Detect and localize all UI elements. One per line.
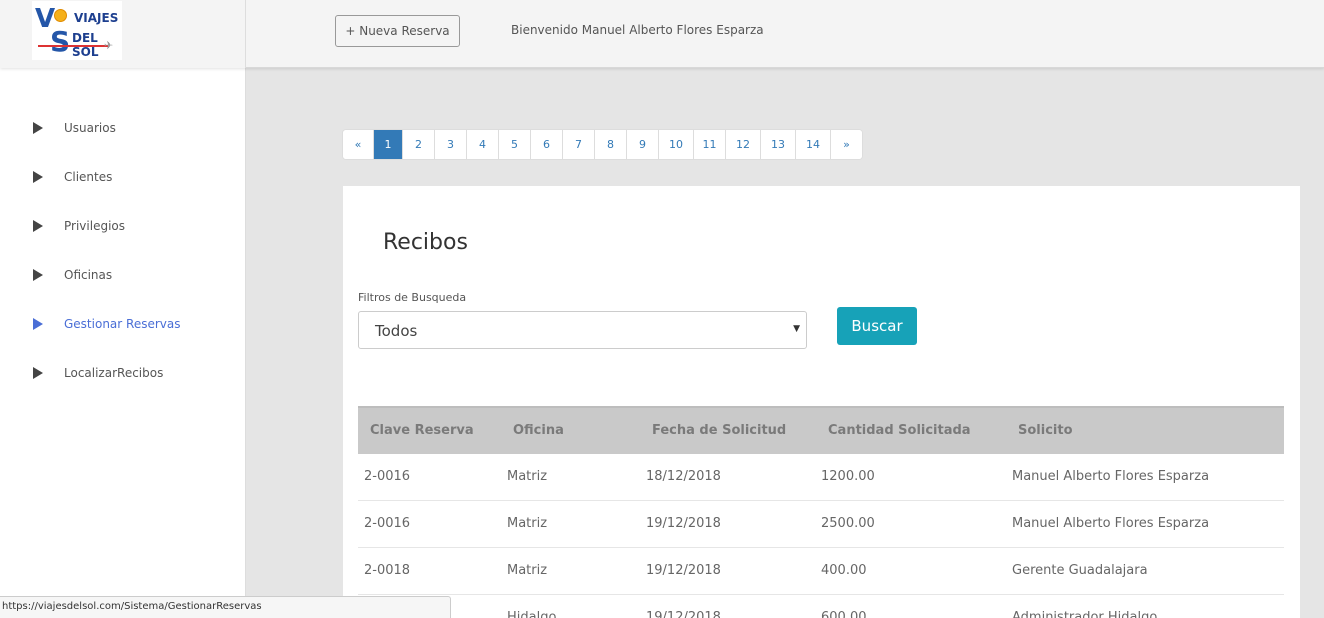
sidebar-item-localizar-recibos[interactable]: LocalizarRecibos — [0, 353, 246, 393]
filter-select[interactable]: Todos ▼ — [358, 311, 807, 349]
page-link-1[interactable]: 1 — [374, 130, 403, 159]
sidebar-item-usuarios[interactable]: Usuarios — [0, 108, 246, 148]
cell-fecha-solicitud: 19/12/2018 — [646, 563, 721, 578]
sidebar-item-label: Oficinas — [64, 268, 113, 282]
column-header-cantidad-solicitada[interactable]: Cantidad Solicitada — [828, 423, 971, 438]
chevron-down-icon: ▼ — [793, 324, 800, 334]
page-link-6[interactable]: 6 — [531, 130, 563, 159]
sidebar-item-gestionar-reservas[interactable]: Gestionar Reservas — [0, 304, 246, 344]
table-header: Clave Reserva Oficina Fecha de Solicitud… — [358, 406, 1284, 454]
cell-cantidad-solicitada: 400.00 — [821, 563, 867, 578]
search-button[interactable]: Buscar — [837, 307, 917, 345]
play-arrow-icon — [33, 171, 43, 183]
column-header-fecha-solicitud[interactable]: Fecha de Solicitud — [652, 423, 786, 438]
pagination-next[interactable]: » — [831, 130, 862, 159]
column-header-clave-reserva[interactable]: Clave Reserva — [370, 423, 474, 438]
status-bar-url: https://viajesdelsol.com/Sistema/Gestion… — [0, 596, 451, 618]
page-link-7[interactable]: 7 — [563, 130, 595, 159]
cell-oficina: Matriz — [507, 563, 548, 578]
filter-selected-value: Todos — [375, 322, 418, 340]
page-link-10[interactable]: 10 — [659, 130, 694, 159]
cell-solicito: Gerente Guadalajara — [1012, 563, 1148, 578]
column-header-solicito[interactable]: Solicito — [1018, 423, 1073, 438]
logo-stripe — [38, 45, 108, 47]
cell-clave-reserva: 2-0018 — [364, 563, 411, 578]
sidebar-item-label: Usuarios — [64, 121, 116, 135]
cell-fecha-solicitud: 19/12/2018 — [646, 610, 721, 618]
sidebar: Usuarios Clientes Privilegios Oficinas G… — [0, 68, 246, 618]
cell-solicito: Administrador Hidalgo — [1012, 610, 1158, 618]
page-link-9[interactable]: 9 — [627, 130, 659, 159]
logo-cell: V S VIAJES DEL SOL ✈ — [0, 0, 246, 68]
sun-icon — [54, 9, 67, 22]
page-link-12[interactable]: 12 — [726, 130, 761, 159]
cell-oficina: Matriz — [507, 516, 548, 531]
airplane-icon: ✈ — [104, 39, 114, 52]
page-link-2[interactable]: 2 — [403, 130, 435, 159]
page-link-14[interactable]: 14 — [796, 130, 831, 159]
table-row[interactable]: 2-0016 Matriz 18/12/2018 1200.00 Manuel … — [358, 454, 1284, 501]
page-link-11[interactable]: 11 — [694, 130, 726, 159]
play-arrow-icon — [33, 122, 43, 134]
table-row[interactable]: 2-0016 Matriz 19/12/2018 2500.00 Manuel … — [358, 501, 1284, 548]
cell-cantidad-solicitada: 2500.00 — [821, 516, 875, 531]
top-header: V S VIAJES DEL SOL ✈ + Nueva Reserva Bie… — [0, 0, 1324, 68]
sidebar-item-clientes[interactable]: Clientes — [0, 157, 246, 197]
play-arrow-icon — [33, 318, 43, 330]
sidebar-item-label: Gestionar Reservas — [64, 317, 181, 331]
welcome-message: Bienvenido Manuel Alberto Flores Esparza — [511, 23, 764, 37]
play-arrow-icon — [33, 367, 43, 379]
cell-fecha-solicitud: 19/12/2018 — [646, 516, 721, 531]
cell-clave-reserva: 2-0016 — [364, 469, 411, 484]
pagination: « 1 2 3 4 5 6 7 8 9 10 11 12 13 14 » — [342, 129, 863, 160]
cell-cantidad-solicitada: 1200.00 — [821, 469, 875, 484]
page-link-3[interactable]: 3 — [435, 130, 467, 159]
page-link-5[interactable]: 5 — [499, 130, 531, 159]
cell-oficina: Matriz — [507, 469, 548, 484]
cell-clave-reserva: 2-0016 — [364, 516, 411, 531]
table-row[interactable]: Hidalgo 19/12/2018 600.00 Administrador … — [358, 595, 1284, 618]
sidebar-item-label: Clientes — [64, 170, 113, 184]
page-link-13[interactable]: 13 — [761, 130, 796, 159]
receipts-panel: Recibos Filtros de Busqueda Todos ▼ Busc… — [343, 186, 1300, 618]
company-logo[interactable]: V S VIAJES DEL SOL ✈ — [32, 1, 122, 60]
play-arrow-icon — [33, 269, 43, 281]
pagination-prev[interactable]: « — [343, 130, 374, 159]
column-header-oficina[interactable]: Oficina — [513, 423, 564, 438]
receipts-table: Clave Reserva Oficina Fecha de Solicitud… — [358, 406, 1284, 618]
cell-cantidad-solicitada: 600.00 — [821, 610, 867, 618]
sidebar-item-label: Privilegios — [64, 219, 125, 233]
sidebar-item-oficinas[interactable]: Oficinas — [0, 255, 246, 295]
filter-label: Filtros de Busqueda — [358, 291, 467, 304]
new-reservation-button[interactable]: + Nueva Reserva — [335, 15, 460, 47]
sidebar-item-label: LocalizarRecibos — [64, 366, 164, 380]
logo-text-viajes: VIAJES — [74, 11, 119, 25]
cell-fecha-solicitud: 18/12/2018 — [646, 469, 721, 484]
page-title: Recibos — [383, 230, 468, 255]
sidebar-item-privilegios[interactable]: Privilegios — [0, 206, 246, 246]
logo-mark-s: S — [50, 25, 71, 58]
table-row[interactable]: 2-0018 Matriz 19/12/2018 400.00 Gerente … — [358, 548, 1284, 595]
cell-oficina: Hidalgo — [507, 610, 557, 618]
page-link-8[interactable]: 8 — [595, 130, 627, 159]
page-link-4[interactable]: 4 — [467, 130, 499, 159]
cell-solicito: Manuel Alberto Flores Esparza — [1012, 516, 1210, 531]
play-arrow-icon — [33, 220, 43, 232]
cell-solicito: Manuel Alberto Flores Esparza — [1012, 469, 1210, 484]
